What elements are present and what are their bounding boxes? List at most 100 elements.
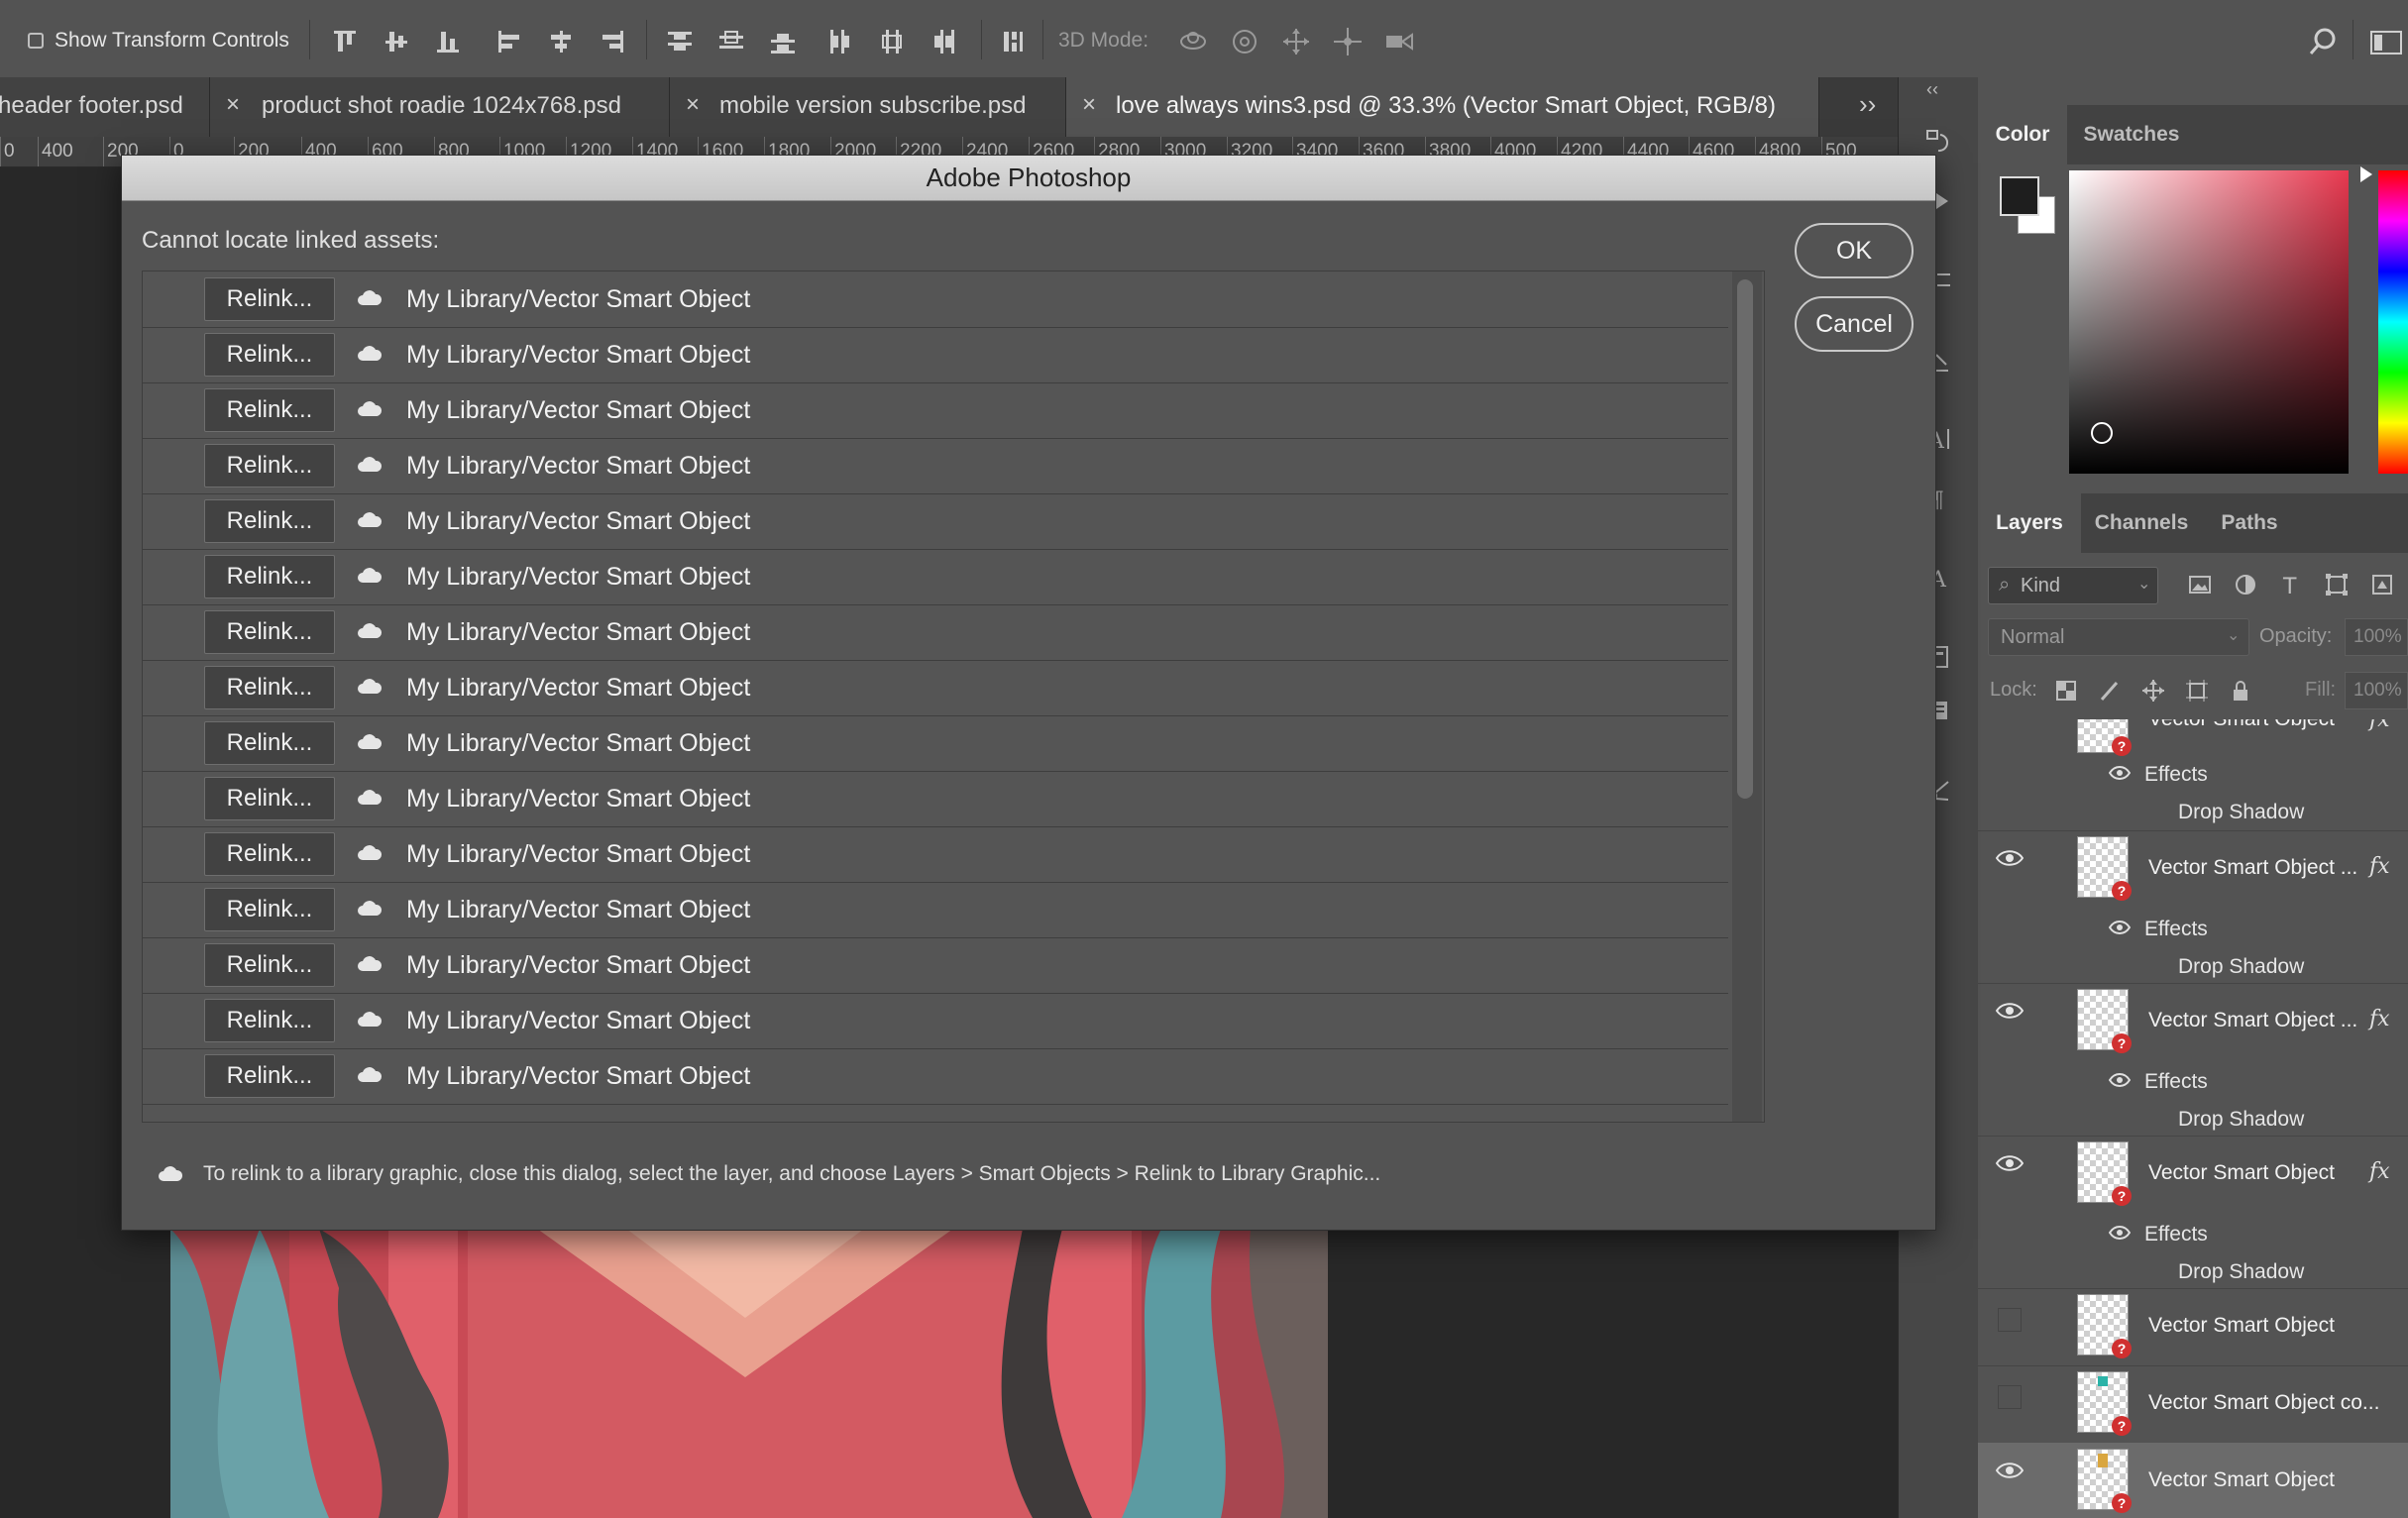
visibility-eye-icon[interactable] (1995, 848, 2025, 868)
align-left-icon[interactable] (492, 24, 527, 59)
layer-filter-select[interactable]: ⌕ Kind ⌄ (1988, 567, 2158, 604)
tab-header-footer[interactable]: header footer.psd (0, 77, 210, 137)
close-icon[interactable]: × (1082, 91, 1096, 119)
tab-product-shot[interactable]: × product shot roadie 1024x768.psd (210, 77, 670, 137)
relink-button[interactable]: Relink... (204, 777, 335, 820)
ok-button[interactable]: OK (1795, 223, 1914, 278)
align-bottom-icon[interactable] (430, 24, 466, 59)
workspace-icon[interactable] (2368, 24, 2404, 59)
3d-slide-icon[interactable] (1330, 24, 1366, 59)
layer-row[interactable]: ? Vector Smart Object fx Effects Drop Sh… (1978, 719, 2408, 831)
color-picker-cursor[interactable] (2091, 422, 2113, 444)
visibility-eye-icon[interactable] (1995, 1001, 2025, 1021)
distribute-vertical-center-icon[interactable] (713, 24, 749, 59)
layer-name: Vector Smart Object co... (2148, 1391, 2380, 1414)
filter-type-icon[interactable]: T (2277, 571, 2305, 599)
hue-slider[interactable] (2378, 170, 2408, 474)
lock-artboard-icon[interactable] (2184, 678, 2210, 704)
align-vertical-center-icon[interactable] (379, 24, 414, 59)
effects-visibility-icon[interactable] (2109, 765, 2131, 781)
scrollbar-thumb[interactable] (1737, 279, 1753, 799)
close-icon[interactable]: × (686, 91, 700, 119)
asset-row: Relink... My Library/Vector Smart Object (143, 438, 1728, 494)
lock-all-icon[interactable] (2228, 678, 2253, 704)
hue-slider-handle[interactable] (2360, 166, 2372, 182)
layer-row[interactable]: ? Vector Smart Object ... fx Effects Drop Sh… (1978, 983, 2408, 1137)
effects-visibility-icon[interactable] (2108, 920, 2132, 935)
relink-button[interactable]: Relink... (204, 610, 335, 654)
cancel-button[interactable]: Cancel (1795, 296, 1914, 352)
relink-button[interactable]: Relink... (204, 666, 335, 709)
align-horizontal-center-icon[interactable] (543, 24, 579, 59)
layer-thumbnail: ? (2077, 1141, 2132, 1206)
divider (1042, 20, 1043, 59)
relink-button[interactable]: Relink... (204, 888, 335, 931)
tab-love-always-wins[interactable]: × love always wins3.psd @ 33.3% (Vector … (1066, 77, 1819, 137)
relink-button[interactable]: Relink... (204, 832, 335, 876)
effects-visibility-icon[interactable] (2108, 1072, 2132, 1088)
search-icon[interactable] (2305, 24, 2341, 59)
relink-button[interactable]: Relink... (204, 388, 335, 432)
lock-position-icon[interactable] (2140, 678, 2166, 704)
filter-shape-icon[interactable] (2323, 571, 2351, 598)
cloud-icon (358, 679, 383, 694)
relink-button[interactable]: Relink... (204, 721, 335, 765)
tab-paths[interactable]: Paths (2202, 493, 2297, 553)
show-transform-controls-checkbox[interactable] (28, 33, 44, 49)
tab-channels[interactable]: Channels (2081, 493, 2202, 553)
collapse-icon[interactable]: ‹‹ (1926, 79, 1938, 100)
visibility-eye-icon[interactable] (1995, 1153, 2025, 1173)
filter-adjustment-icon[interactable] (2232, 571, 2259, 598)
divider (981, 20, 982, 59)
effects-visibility-icon[interactable] (2108, 1225, 2132, 1241)
align-top-icon[interactable] (327, 24, 363, 59)
blend-mode-select[interactable]: Normal ⌄ (1988, 618, 2249, 656)
opacity-input[interactable]: 100% (2345, 618, 2408, 656)
linked-assets-list[interactable]: Relink... My Library/Vector Smart Object R… (142, 271, 1765, 1123)
relink-button[interactable]: Relink... (204, 999, 335, 1042)
relink-button[interactable]: Relink... (204, 277, 335, 321)
close-icon[interactable]: × (226, 91, 240, 119)
layer-row[interactable]: ? Vector Smart Object (1978, 1443, 2408, 1518)
asset-path: My Library/Vector Smart Object (406, 341, 751, 369)
tab-color[interactable]: Color (1978, 105, 2067, 164)
tab-label: product shot roadie 1024x768.psd (262, 92, 621, 119)
lock-image-icon[interactable] (2097, 678, 2123, 704)
visibility-toggle[interactable] (1998, 1308, 2022, 1332)
distribute-bottom-icon[interactable] (765, 24, 801, 59)
distribute-left-icon[interactable] (822, 24, 858, 59)
relink-button[interactable]: Relink... (204, 499, 335, 543)
relink-button[interactable]: Relink... (204, 444, 335, 488)
layer-row[interactable]: ? Vector Smart Object fx Effects Drop Shadow (1978, 1136, 2408, 1289)
distribute-horizontal-center-icon[interactable] (874, 24, 910, 59)
distribute-top-icon[interactable] (662, 24, 698, 59)
3d-roll-icon[interactable] (1227, 24, 1262, 59)
3d-pan-icon[interactable] (1278, 24, 1314, 59)
relink-button[interactable]: Relink... (204, 1054, 335, 1098)
filter-pixel-icon[interactable] (2186, 571, 2214, 598)
tabs-overflow-icon[interactable]: ›› (1859, 89, 1876, 120)
relink-button[interactable]: Relink... (204, 333, 335, 377)
tab-swatches[interactable]: Swatches (2067, 105, 2196, 164)
lock-transparent-icon[interactable] (2053, 678, 2079, 704)
3d-orbit-icon[interactable] (1175, 24, 1211, 59)
tab-mobile-version[interactable]: × mobile version subscribe.psd (670, 77, 1066, 137)
layer-row[interactable]: ? Vector Smart Object co... (1978, 1365, 2408, 1444)
filter-smart-object-icon[interactable] (2368, 571, 2396, 598)
tab-layers[interactable]: Layers (1978, 493, 2081, 553)
distribute-right-icon[interactable] (926, 24, 961, 59)
fill-input[interactable]: 100% (2345, 672, 2408, 709)
foreground-color-swatch[interactable] (2000, 176, 2039, 216)
3d-camera-icon[interactable] (1381, 24, 1417, 59)
align-right-icon[interactable] (595, 24, 630, 59)
visibility-eye-icon[interactable] (1995, 1461, 2025, 1480)
cloud-icon (358, 290, 383, 305)
relink-button[interactable]: Relink... (204, 555, 335, 598)
auto-align-icon[interactable] (995, 24, 1031, 59)
layer-row[interactable]: ? Vector Smart Object ... fx Effects Drop Sh… (1978, 830, 2408, 984)
history-icon[interactable] (1924, 127, 1954, 157)
visibility-toggle[interactable] (1998, 1385, 2022, 1409)
relink-button[interactable]: Relink... (204, 943, 335, 987)
asset-path: My Library/Vector Smart Object (406, 674, 751, 702)
layer-row[interactable]: ? Vector Smart Object (1978, 1288, 2408, 1366)
